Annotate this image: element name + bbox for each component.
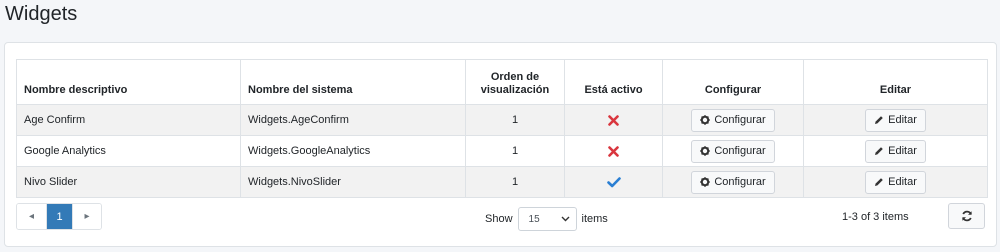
cell-active <box>564 166 663 198</box>
cell-system: Widgets.GoogleAnalytics <box>240 135 466 167</box>
configure-button-label: Configurar <box>714 145 766 157</box>
cell-system: Widgets.NivoSlider <box>240 166 466 198</box>
pencil-icon <box>875 147 883 155</box>
pager-page-1[interactable]: 1 <box>46 204 72 229</box>
inactive-x-icon <box>608 145 619 157</box>
pencil-icon <box>875 178 883 186</box>
edit-button[interactable]: Editar <box>865 139 926 163</box>
pager-info: 1-3 of 3 items <box>842 211 909 223</box>
cell-order: 1 <box>465 135 565 167</box>
column-header-order-line2: visualización <box>480 84 550 96</box>
cell-edit: Editar <box>803 166 988 198</box>
table-row: Google Analytics Widgets.GoogleAnalytics… <box>16 135 988 167</box>
cell-edit: Editar <box>803 104 988 136</box>
edit-button-label: Editar <box>888 114 917 126</box>
inactive-x-icon <box>608 114 619 126</box>
table-row: Nivo Slider Widgets.NivoSlider 1 Configu… <box>16 166 988 198</box>
configure-button[interactable]: Configurar <box>691 108 775 132</box>
pagination: ◂ 1 ▸ <box>16 203 102 230</box>
items-label: items <box>581 213 608 225</box>
table-row: Age Confirm Widgets.AgeConfirm 1 Configu… <box>16 104 988 136</box>
cell-active <box>564 104 663 136</box>
edit-button[interactable]: Editar <box>865 170 926 194</box>
configure-button[interactable]: Configurar <box>691 139 775 163</box>
column-header-configure: Configurar <box>662 59 804 105</box>
column-header-edit: Editar <box>803 59 988 105</box>
configure-button-label: Configurar <box>714 114 766 126</box>
column-header-name[interactable]: Nombre descriptivo <box>16 59 241 105</box>
configure-button-label: Configurar <box>714 176 766 188</box>
edit-button[interactable]: Editar <box>865 108 926 132</box>
cell-configure: Configurar <box>662 135 804 167</box>
chevron-down-icon <box>561 216 570 222</box>
column-header-order[interactable]: Orden de visualización <box>465 59 565 105</box>
cell-system: Widgets.AgeConfirm <box>240 104 466 136</box>
configure-button[interactable]: Configurar <box>691 170 775 194</box>
show-label: Show <box>485 213 513 225</box>
table-header-row: Nombre descriptivo Nombre del sistema Or… <box>16 59 988 105</box>
cell-name: Nivo Slider <box>16 166 241 198</box>
gear-icon <box>700 177 711 187</box>
pencil-icon <box>875 116 883 124</box>
page-size-select[interactable]: 15 <box>517 207 577 231</box>
column-header-active[interactable]: Está activo <box>564 59 663 105</box>
refresh-button[interactable] <box>948 203 985 229</box>
cell-configure: Configurar <box>662 104 804 136</box>
gear-icon <box>700 115 711 125</box>
page-title: Widgets <box>5 3 78 25</box>
cell-order: 1 <box>465 104 565 136</box>
cell-active <box>564 135 663 167</box>
widgets-table: Nombre descriptivo Nombre del sistema Or… <box>16 59 988 198</box>
gear-icon <box>700 146 711 156</box>
cell-name: Age Confirm <box>16 104 241 136</box>
edit-button-label: Editar <box>888 176 917 188</box>
cell-name: Google Analytics <box>16 135 241 167</box>
column-header-system[interactable]: Nombre del sistema <box>240 59 466 105</box>
edit-button-label: Editar <box>888 145 917 157</box>
column-header-order-line1: Orden de <box>490 71 540 83</box>
cell-configure: Configurar <box>662 166 804 198</box>
refresh-icon <box>961 210 972 222</box>
pager-prev-button[interactable]: ◂ <box>17 204 46 229</box>
active-check-icon <box>606 176 621 187</box>
widgets-card: Nombre descriptivo Nombre del sistema Or… <box>4 42 997 247</box>
page-size-control: Show 15 items <box>485 207 608 231</box>
cell-edit: Editar <box>803 135 988 167</box>
pager-next-button[interactable]: ▸ <box>72 204 101 229</box>
cell-order: 1 <box>465 166 565 198</box>
page-size-value: 15 <box>528 213 540 225</box>
